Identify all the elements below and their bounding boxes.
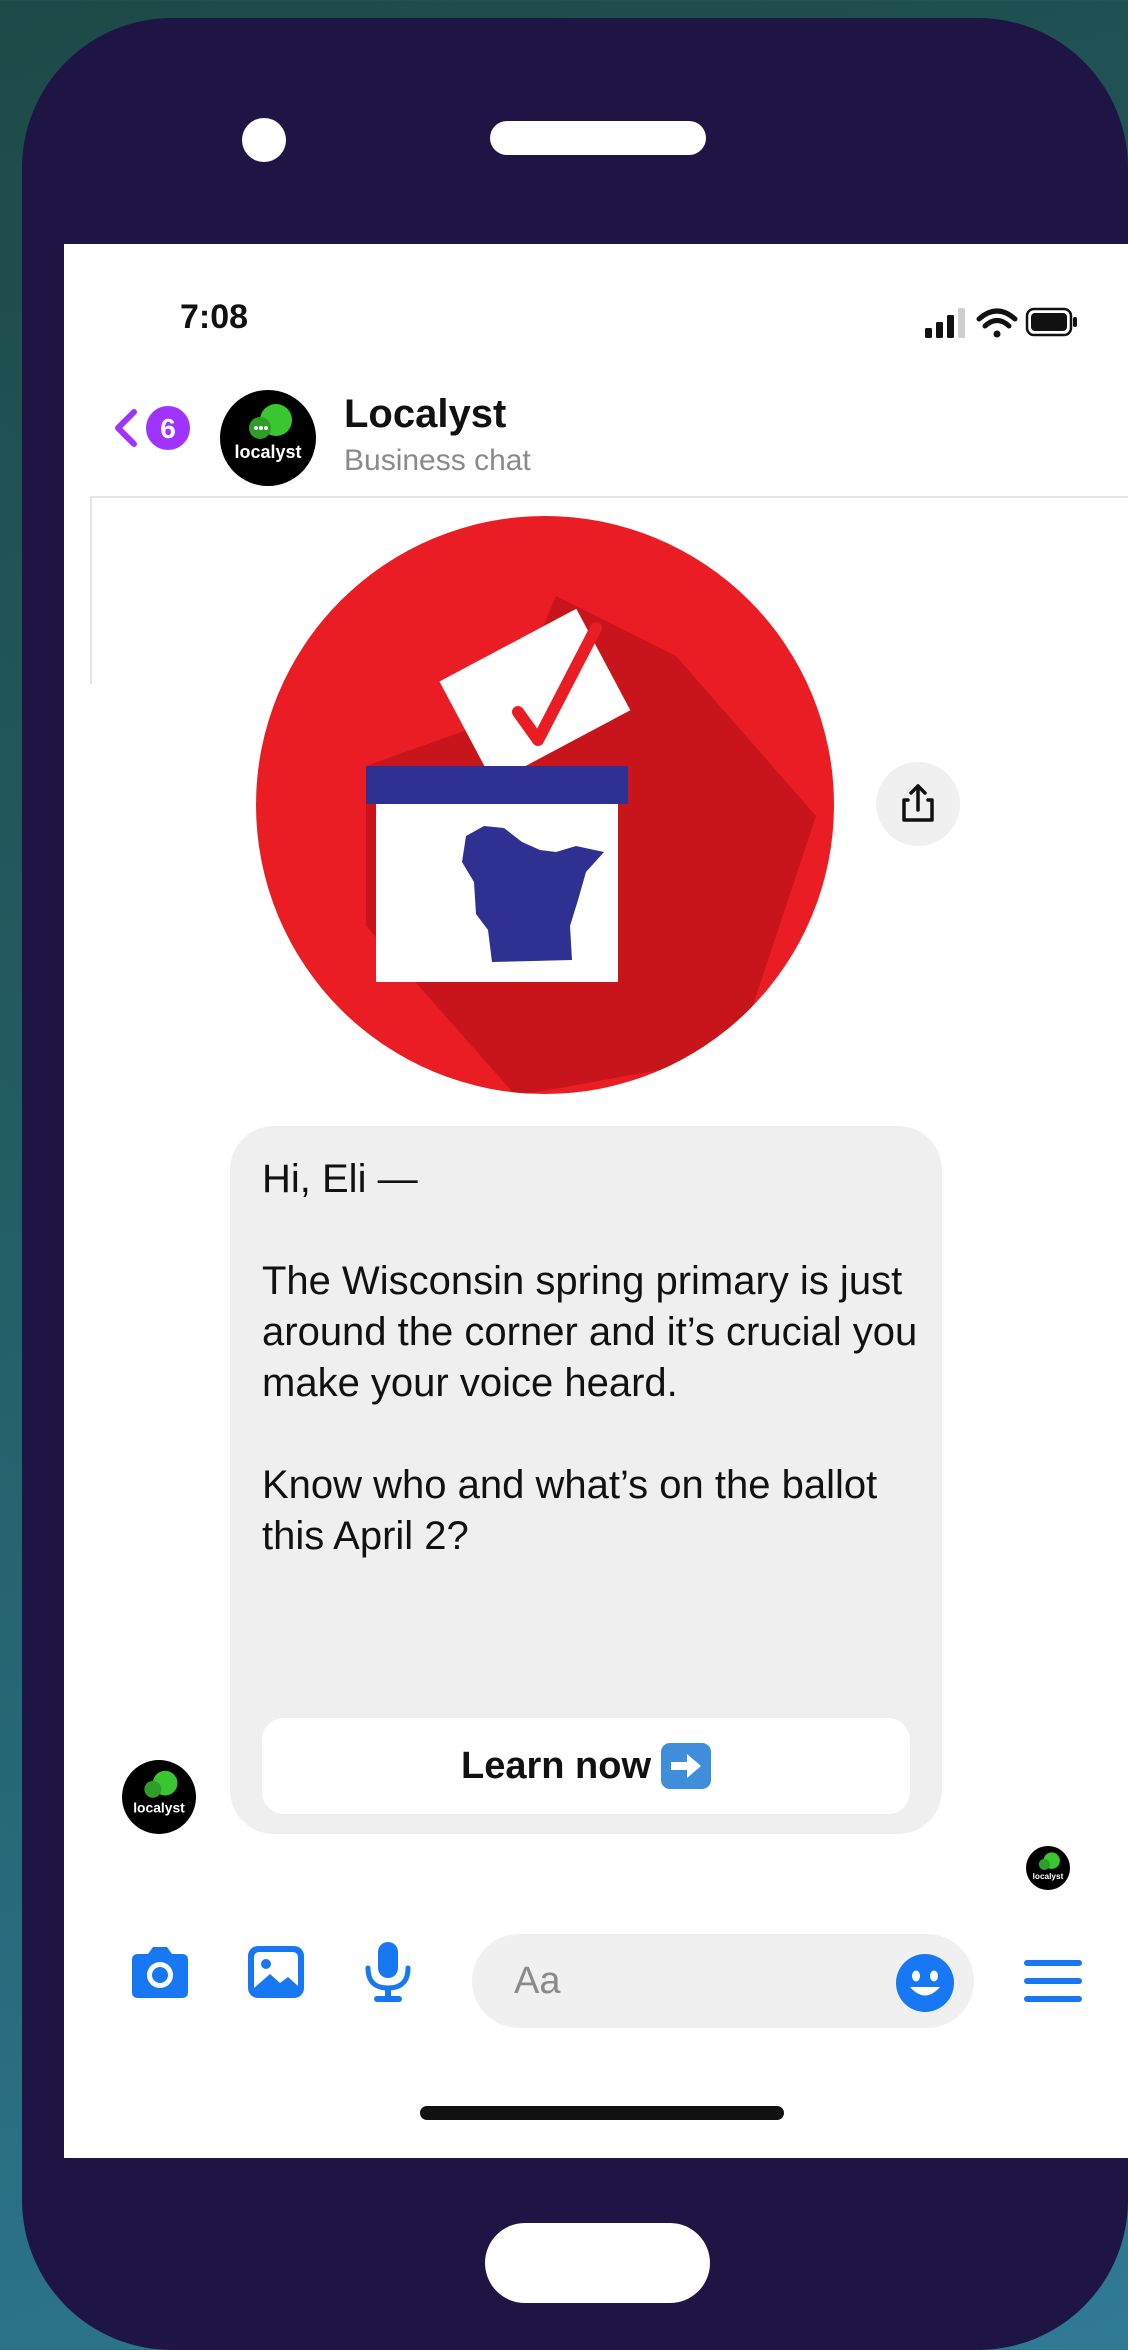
back-button[interactable]: 6: [110, 404, 194, 452]
messenger-screen: 7:08 6 localyst Localyst Business chat H…: [64, 244, 1128, 2158]
svg-text:localyst: localyst: [1033, 1872, 1064, 1881]
localyst-logo: localyst: [234, 404, 302, 462]
emoji-icon: [896, 1954, 954, 2012]
home-indicator[interactable]: [420, 2106, 784, 2120]
emoji-button[interactable]: [894, 1952, 956, 2014]
message-bubble: Hi, Eli — The Wisconsin spring primary i…: [230, 1126, 942, 1834]
status-icons: [925, 307, 1077, 338]
learn-now-button[interactable]: Learn now: [262, 1718, 910, 1814]
microphone-icon: [365, 1942, 411, 2002]
menu-icon: [1024, 1960, 1082, 2002]
learn-now-label: Learn now: [460, 1744, 652, 1787]
share-icon: [902, 784, 934, 822]
contact-avatar[interactable]: localyst: [220, 390, 316, 486]
ballot-box-image[interactable]: [256, 516, 834, 1094]
wifi-icon: [976, 308, 1018, 338]
read-receipt-avatar: localyst: [1026, 1846, 1070, 1890]
camera-button[interactable]: [126, 1938, 194, 2006]
arrow-right-emoji-icon: [661, 1743, 712, 1789]
sender-avatar: localyst: [122, 1760, 196, 1834]
menu-button[interactable]: [1022, 1954, 1084, 2008]
svg-text:localyst: localyst: [133, 1799, 185, 1815]
battery-icon: [1025, 307, 1077, 337]
phone-home-button[interactable]: [485, 2223, 710, 2303]
share-button[interactable]: [876, 762, 960, 846]
unread-count: 6: [160, 413, 176, 444]
svg-text:localyst: localyst: [234, 442, 301, 462]
phone-speaker: [490, 121, 706, 155]
voice-button[interactable]: [354, 1938, 422, 2006]
phone-camera: [242, 118, 286, 162]
header-divider: [90, 496, 1128, 498]
phone-frame: 7:08 6 localyst Localyst Business chat H…: [22, 18, 1128, 2350]
image-icon: [248, 1946, 304, 1998]
contact-subtitle: Business chat: [344, 444, 531, 477]
gallery-button[interactable]: [242, 1938, 310, 2006]
signal-icon: [925, 308, 965, 338]
camera-icon: [132, 1947, 188, 1998]
contact-name[interactable]: Localyst: [344, 392, 506, 437]
message-text: Hi, Eli — The Wisconsin spring primary i…: [262, 1157, 918, 1558]
back-chevron-icon: [115, 409, 137, 447]
status-time: 7:08: [180, 298, 249, 336]
side-divider: [90, 498, 92, 684]
